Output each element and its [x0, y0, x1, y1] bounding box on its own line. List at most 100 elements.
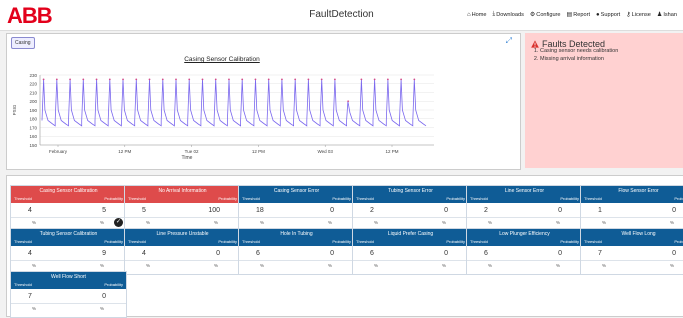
data-point [386, 78, 389, 81]
probability-value: 0 [558, 250, 562, 257]
divider [353, 260, 468, 261]
nav-label: Downloads [496, 11, 524, 18]
data-point [254, 78, 257, 81]
support-icon: ● [596, 11, 600, 18]
fault-card[interactable]: Flow Sensor Error Threshold Probability 1 0%… [580, 185, 683, 232]
probability-unit: % [669, 263, 674, 268]
card-title: Tubing Sensor Calibration [39, 231, 98, 237]
card-header: Hole In Tubing Threshold Probability [239, 229, 354, 246]
y-tick-label: 150 [29, 143, 37, 148]
threshold-value: 4 [142, 250, 146, 257]
faults-panel: Faults Detected Casing sensor needs cali… [525, 33, 683, 168]
nav-support[interactable]: ● Support [596, 11, 620, 18]
data-point [188, 78, 191, 81]
y-tick-label: 160 [29, 134, 37, 139]
fault-card[interactable]: Tubing Sensor Error Threshold Probability 2… [352, 185, 469, 232]
fault-card[interactable]: Well Flow Long Threshold Probability 7 0%% [580, 228, 683, 275]
threshold-label: Threshold [14, 196, 32, 201]
fault-card[interactable]: Liquid Prefer Casing Threshold Probability… [352, 228, 469, 275]
threshold-label: Threshold [584, 239, 602, 244]
fault-card[interactable]: Well Flow Short Threshold Probability 7 0%% [10, 271, 127, 318]
card-title: Line Pressure Unstable [156, 231, 209, 237]
report-icon: ▤ [566, 12, 573, 18]
threshold-unit: % [146, 263, 151, 268]
y-tick-label: 180 [29, 117, 37, 122]
threshold-label: Threshold [14, 239, 32, 244]
fault-card[interactable]: Line Pressure Unstable Threshold Probabili… [124, 228, 241, 275]
probability-label: Probability [218, 196, 237, 201]
fault-item: Missing arrival information [540, 55, 618, 63]
fault-card[interactable]: Tubing Sensor Calibration Threshold Probab… [10, 228, 127, 275]
nav-license[interactable]: ⚷ License [626, 11, 651, 19]
x-tick-label: 12 PM [252, 149, 265, 154]
probability-value: 0 [672, 250, 676, 257]
divider [353, 217, 468, 218]
card-title: No Arrival Information [158, 188, 207, 194]
probability-unit: % [327, 220, 332, 225]
nav-label: Ishan [663, 11, 677, 18]
expand-icon[interactable]: ⤢ [506, 36, 512, 46]
data-point [373, 78, 376, 81]
threshold-label: Threshold [470, 196, 488, 201]
divider [125, 217, 240, 218]
probability-unit: % [213, 220, 218, 225]
probability-value: 0 [216, 250, 220, 257]
threshold-unit: % [602, 220, 607, 225]
fault-card[interactable]: Low Plunger Efficiency Threshold Probabili… [466, 228, 583, 275]
probability-label: Probability [104, 239, 123, 244]
card-title: Well Flow Long [621, 231, 656, 237]
card-title: Tubing Sensor Error [388, 188, 433, 194]
divider [239, 260, 354, 261]
probability-label: Probability [218, 239, 237, 244]
fault-cards-panel: Casing Sensor Calibration Threshold Probab… [6, 175, 683, 318]
card-header: Casing Sensor Error Threshold Probability [239, 186, 354, 203]
chart-title: Casing Sensor Calibration [184, 56, 260, 63]
probability-label: Probability [446, 239, 465, 244]
nav-ishan[interactable]: ♟ Ishan [657, 11, 677, 19]
x-tick-label: Wed 03 [317, 149, 333, 154]
threshold-value: 4 [28, 250, 32, 257]
nav-home[interactable]: ⌂ Home [467, 11, 487, 18]
probability-value: 0 [444, 207, 448, 214]
threshold-label: Threshold [242, 239, 260, 244]
data-point [148, 78, 151, 81]
fault-card[interactable]: No Arrival Information Threshold Probabili… [124, 185, 241, 232]
probability-value: 0 [330, 250, 334, 257]
nav-label: License [631, 11, 651, 18]
data-point [55, 78, 58, 81]
casing-tag-button[interactable]: Casing [11, 37, 35, 49]
probability-unit: % [441, 220, 446, 225]
threshold-value: 1 [598, 207, 602, 214]
nav-configure[interactable]: ⚙ Configure [529, 11, 561, 19]
card-header: Liquid Prefer Casing Threshold Probability [353, 229, 468, 246]
check-circle-icon[interactable]: ✓ [114, 218, 123, 227]
gear-icon: ⚙ [529, 12, 536, 18]
threshold-label: Threshold [14, 282, 32, 287]
nav-label: Home [471, 11, 487, 18]
data-point [360, 78, 363, 81]
probability-label: Probability [104, 196, 123, 201]
nav-report[interactable]: ▤ Report [566, 11, 590, 19]
probability-value: 100 [208, 207, 220, 214]
card-title: Low Plunger Efficiency [499, 231, 550, 237]
probability-unit: % [99, 306, 104, 311]
card-title: Well Flow Short [51, 274, 86, 280]
fault-card[interactable]: Casing Sensor Error Threshold Probability 1… [238, 185, 355, 232]
data-point [122, 78, 124, 81]
data-point [214, 78, 217, 81]
probability-unit: % [99, 220, 104, 225]
probability-unit: % [327, 263, 332, 268]
fault-card[interactable]: Hole In Tubing Threshold Probability 6 0%% [238, 228, 355, 275]
threshold-label: Threshold [242, 196, 260, 201]
pressure-chart: 150 160 170 180 190 200 210 220 230 PSIG February 1… [12, 73, 434, 161]
probability-value: 0 [330, 207, 334, 214]
abb-logo[interactable]: ABB [7, 5, 53, 27]
divider [581, 217, 683, 218]
fault-card[interactable]: Line Sensor Error Threshold Probability 2 0%… [466, 185, 583, 232]
fault-card[interactable]: Casing Sensor Calibration Threshold Probab… [10, 185, 127, 232]
card-title: Line Sensor Error [504, 188, 545, 194]
probability-value: 0 [444, 250, 448, 257]
threshold-label: Threshold [470, 239, 488, 244]
nav-downloads[interactable]: ⤓ Downloads [493, 11, 524, 18]
y-tick-label: 190 [29, 108, 37, 113]
